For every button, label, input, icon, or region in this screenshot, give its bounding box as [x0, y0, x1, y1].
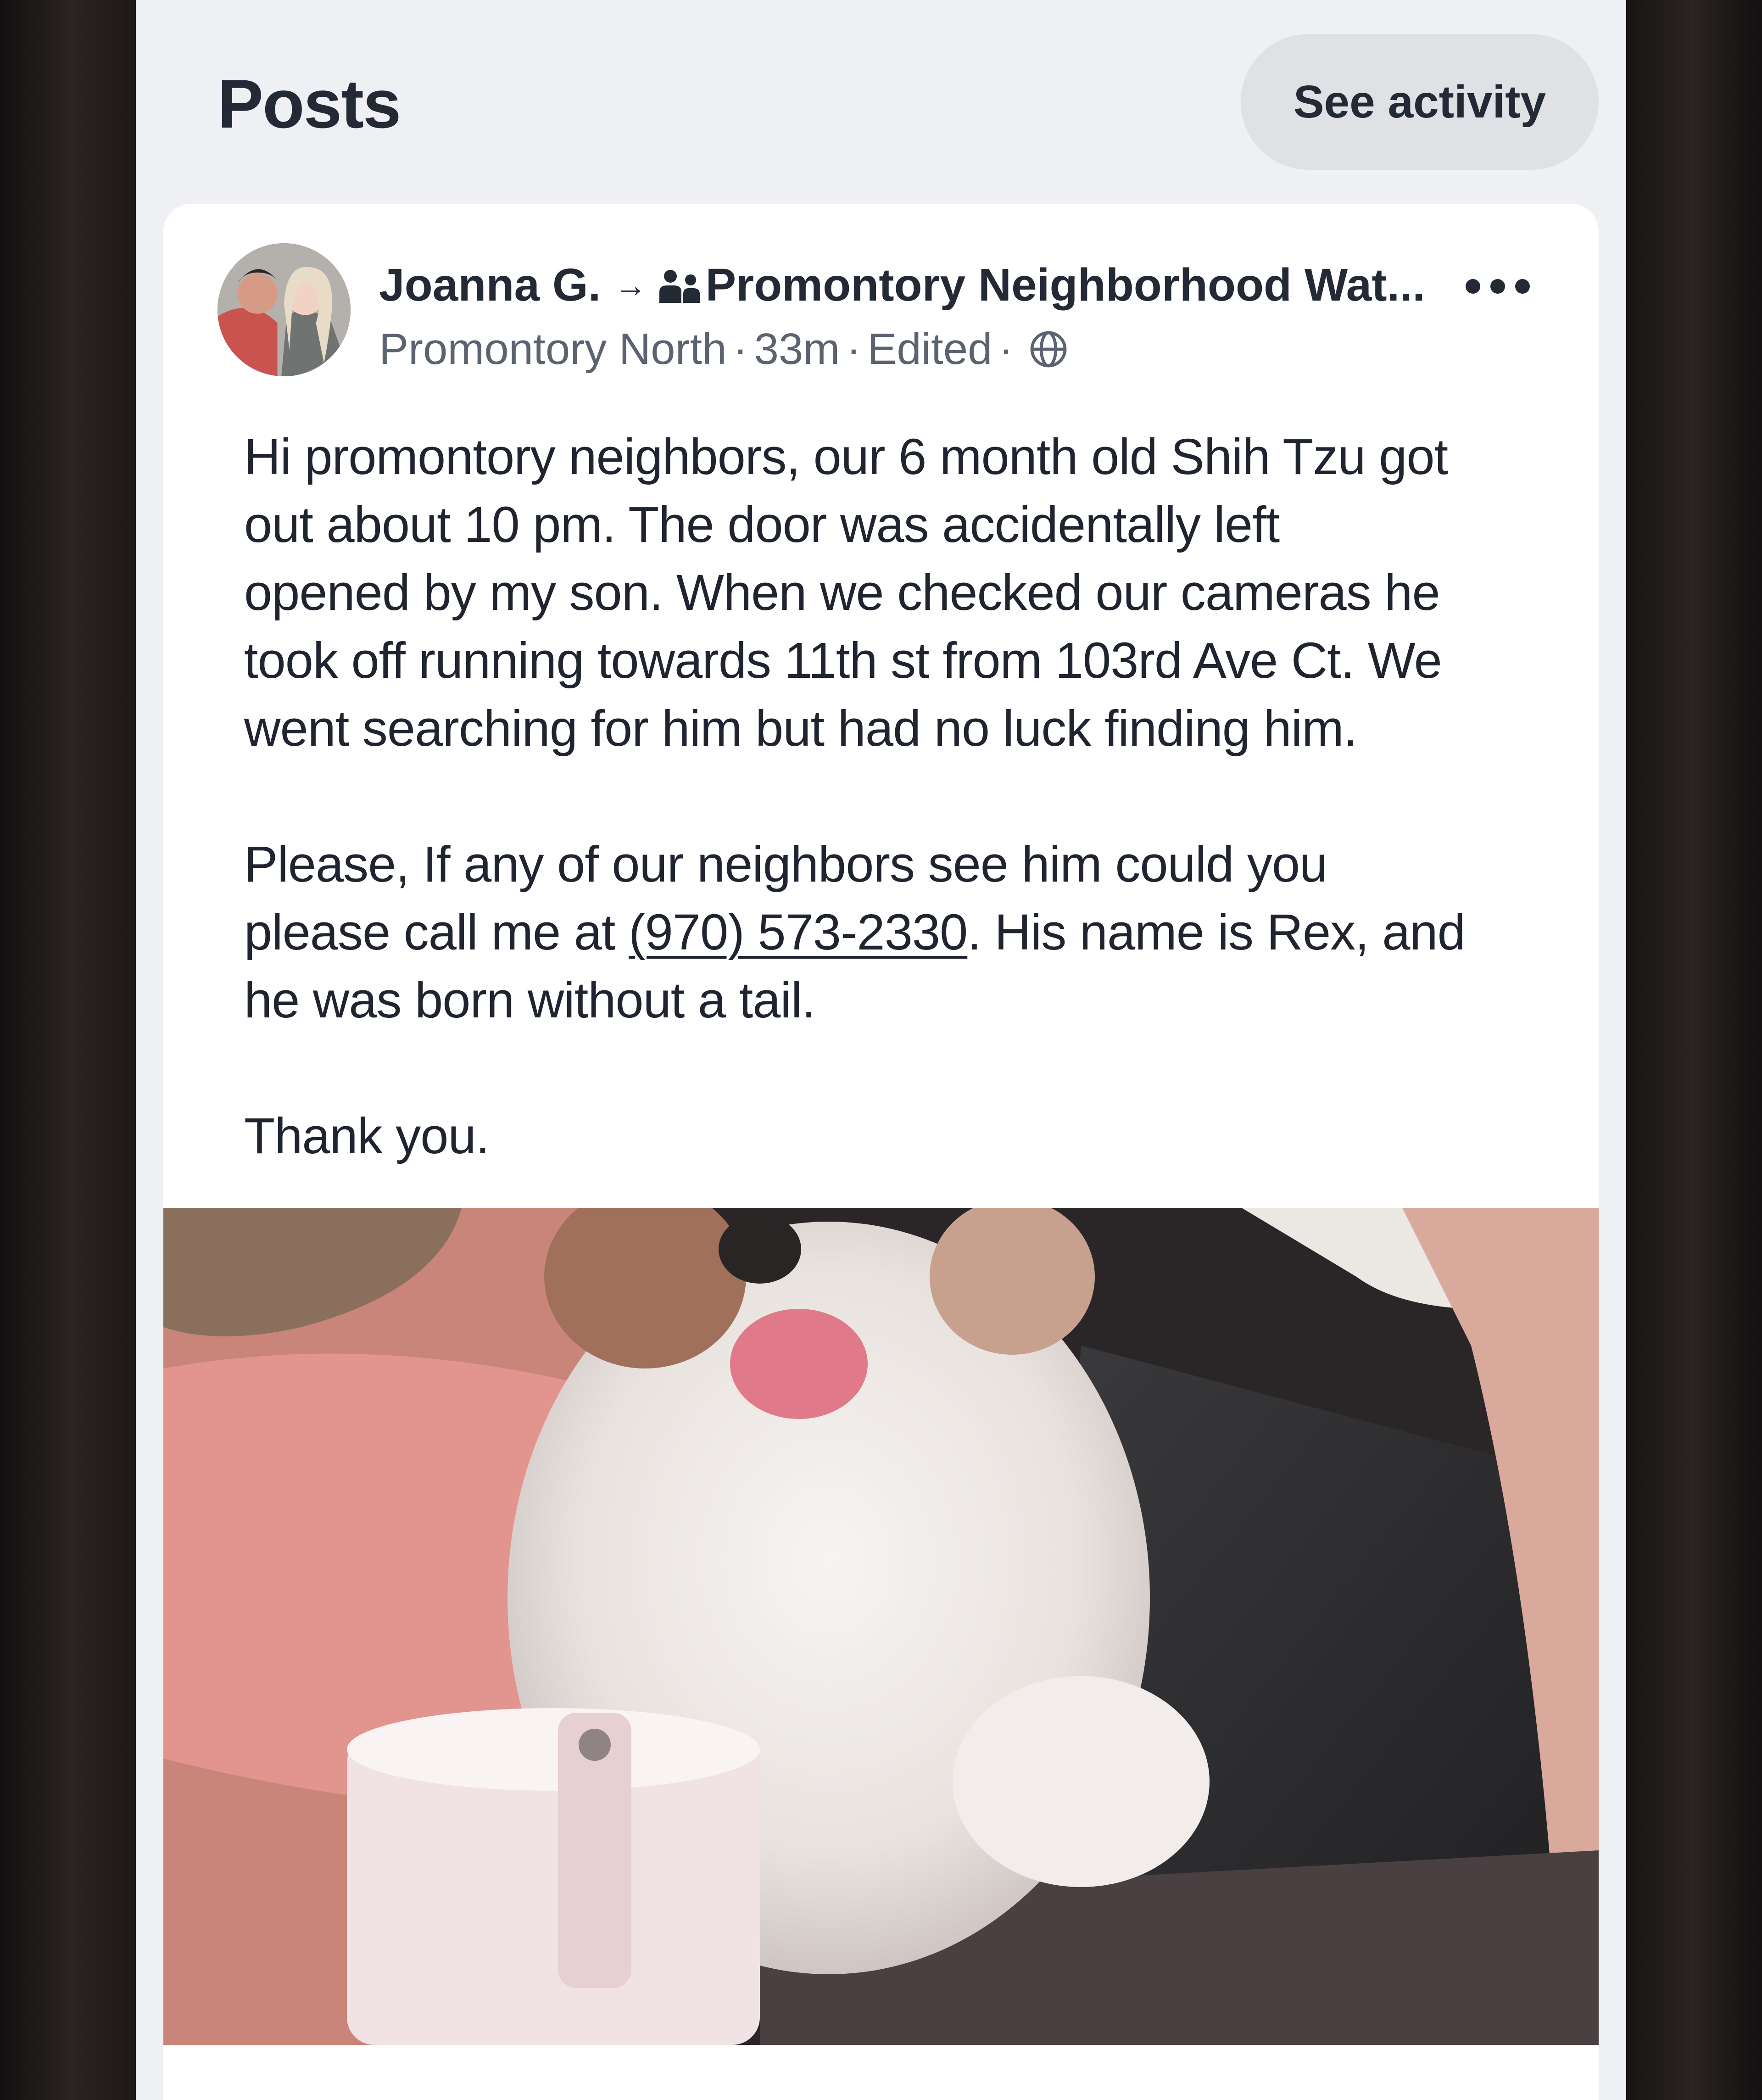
group-icon	[659, 269, 700, 303]
post-photo[interactable]	[163, 1208, 1599, 2045]
group-name[interactable]: Promontory Neighborhood Wat...	[705, 259, 1425, 312]
post-paragraph-1: Hi promontory neighbors, our 6 month old…	[244, 429, 1448, 757]
meta-separator: ·	[733, 324, 748, 374]
more-horizontal-icon	[1466, 279, 1480, 294]
meta-separator: ·	[998, 324, 1014, 374]
post-meta: Promontory North · 33m · Edited ·	[379, 324, 1069, 374]
edited-label: Edited	[867, 324, 993, 374]
author-name[interactable]: Joanna G.	[379, 259, 601, 312]
header: Posts See activity	[136, 0, 1626, 202]
post-paragraph-3: Thank you.	[244, 1108, 490, 1164]
page-title: Posts	[217, 65, 401, 142]
post-card: Joanna G. → Promontory Neighborhood Wat.…	[163, 204, 1599, 2100]
post-time: 33m	[754, 324, 840, 374]
post-author-line: Joanna G. → Promontory Neighborhood Wat.…	[379, 259, 1425, 312]
arrow-right-icon: →	[614, 267, 647, 303]
meta-separator: ·	[846, 324, 861, 374]
post-paragraph-2: Please, If any of our neighbors see him …	[244, 836, 1466, 1028]
globe-icon	[1031, 331, 1067, 368]
post-body: Hi promontory neighbors, our 6 month old…	[244, 423, 1556, 1238]
neighborhood-name[interactable]: Promontory North	[379, 324, 727, 374]
dog-photo-image	[163, 1208, 1599, 2045]
app-screen: Posts See activity Joanna G. → Promontor…	[136, 0, 1626, 2100]
see-activity-button[interactable]: See activity	[1241, 34, 1599, 170]
phone-number-link[interactable]: (970) 573-2330	[629, 904, 968, 961]
more-options-button[interactable]	[1466, 273, 1530, 300]
avatar[interactable]	[217, 243, 351, 376]
post-footer	[163, 2045, 1599, 2100]
